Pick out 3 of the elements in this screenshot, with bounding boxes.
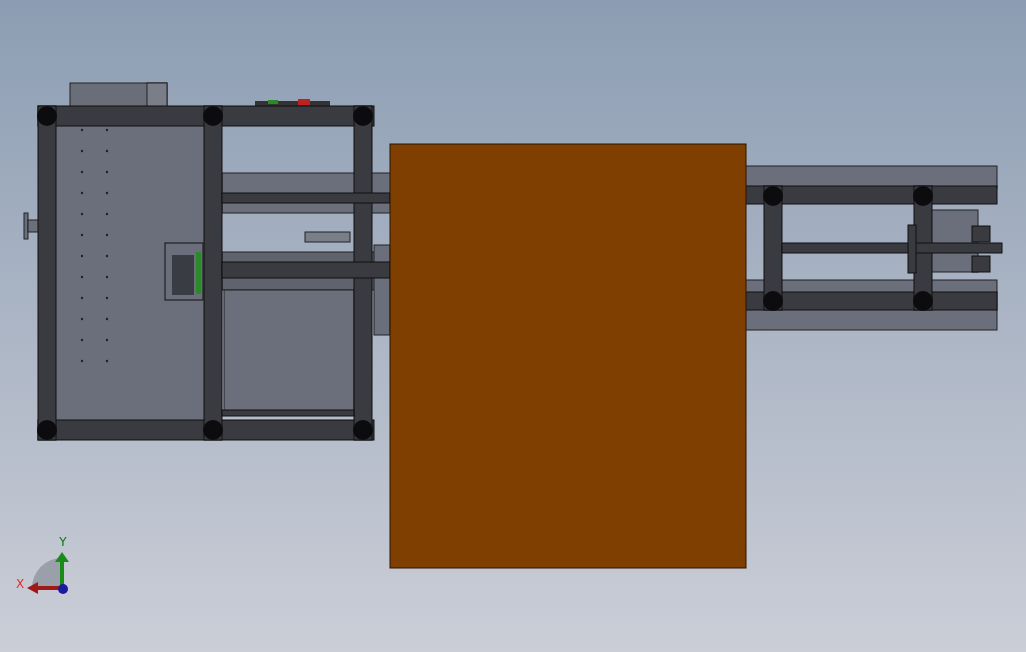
axis-triad-drawing <box>27 552 69 594</box>
y-axis-label: Y <box>59 535 67 549</box>
x-axis-label: X <box>15 577 25 591</box>
